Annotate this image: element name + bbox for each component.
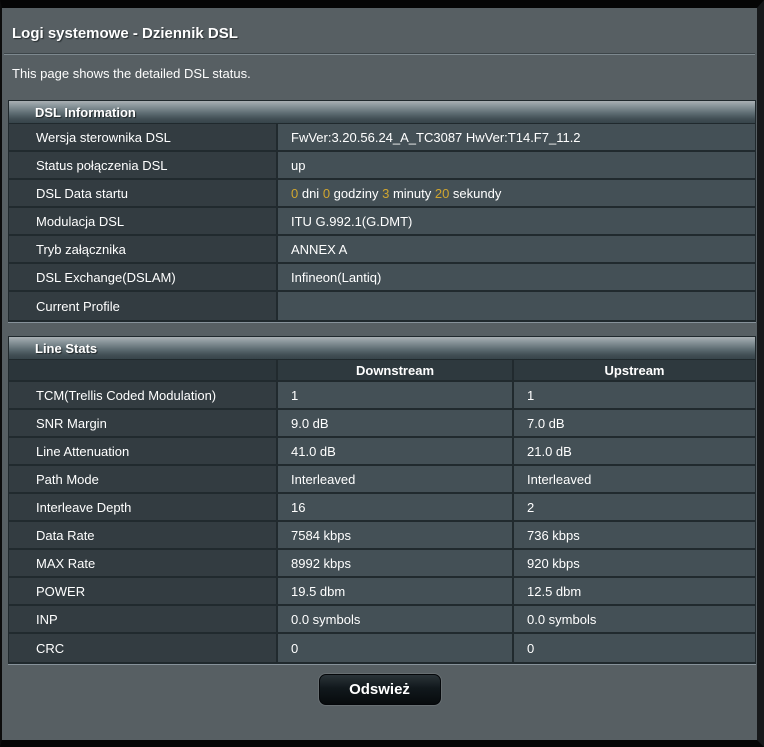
stat-row: INP 0.0 symbols 0.0 symbols <box>9 606 755 634</box>
stat-row-label: CRC <box>9 634 278 662</box>
refresh-button[interactable]: Odswież <box>318 674 441 705</box>
stat-row: TCM(Trellis Coded Modulation) 1 1 <box>9 382 755 410</box>
uptime-number: 20 <box>434 185 450 201</box>
stat-downstream-value: 16 <box>278 494 514 522</box>
title-divider <box>4 53 755 55</box>
info-row-label: Tryb załącznika <box>9 236 278 264</box>
info-row: Modulacja DSL ITU G.992.1(G.DMT) <box>9 208 755 236</box>
uptime-unit: sekundy <box>449 185 502 201</box>
dsl-information-section-header: DSL Information <box>8 100 756 123</box>
page-subtitle: This page shows the detailed DSL status. <box>12 66 251 81</box>
stat-downstream-value: 1 <box>278 382 514 410</box>
info-row-label: DSL Exchange(DSLAM) <box>9 264 278 292</box>
stat-upstream-value: 0.0 symbols <box>514 606 755 634</box>
uptime-unit: dni <box>298 185 323 201</box>
info-row-label: Modulacja DSL <box>9 208 278 236</box>
info-row: Tryb załącznika ANNEX A <box>9 236 755 264</box>
stat-row: CRC 0 0 <box>9 634 755 662</box>
stat-upstream-value: Interleaved <box>514 466 755 494</box>
stat-upstream-value: 0 <box>514 634 755 662</box>
info-row: Wersja sterownika DSL FwVer:3.20.56.24_A_… <box>9 124 755 152</box>
stat-downstream-value: 8992 kbps <box>278 550 514 578</box>
info-row: Status połączenia DSL up <box>9 152 755 180</box>
stat-downstream-value: 41.0 dB <box>278 438 514 466</box>
line-stats-section: Line Stats Downstream Upstream TCM(Trell… <box>8 336 756 664</box>
dsl-information-section: DSL Information Wersja sterownika DSL FwV… <box>8 100 756 322</box>
stat-row: Data Rate 7584 kbps 736 kbps <box>9 522 755 550</box>
stat-upstream-value: 736 kbps <box>514 522 755 550</box>
uptime-unit: minuty <box>389 185 435 201</box>
info-row: DSL Data startu 0 dni 0 godziny 3 minuty … <box>9 180 755 208</box>
stat-row: MAX Rate 8992 kbps 920 kbps <box>9 550 755 578</box>
info-row-label: Status połączenia DSL <box>9 152 278 180</box>
stat-upstream-value: 12.5 dbm <box>514 578 755 606</box>
info-row: DSL Exchange(DSLAM) Infineon(Lantiq) <box>9 264 755 292</box>
stat-downstream-value: 0.0 symbols <box>278 606 514 634</box>
info-row-label: Current Profile <box>9 292 278 320</box>
info-row-value: up <box>278 152 755 180</box>
info-row-label: Wersja sterownika DSL <box>9 124 278 152</box>
info-row-value: 0 dni 0 godziny 3 minuty 20 sekundy <box>278 180 755 208</box>
line-stats-header-row: Downstream Upstream <box>9 360 755 382</box>
info-row-label: DSL Data startu <box>9 180 278 208</box>
stat-row-label: Line Attenuation <box>9 438 278 466</box>
stat-downstream-value: Interleaved <box>278 466 514 494</box>
stat-row: Path Mode Interleaved Interleaved <box>9 466 755 494</box>
stat-row: SNR Margin 9.0 dB 7.0 dB <box>9 410 755 438</box>
info-row: Current Profile <box>9 292 755 320</box>
info-row-value: ITU G.992.1(G.DMT) <box>278 208 755 236</box>
line-stats-table: Downstream Upstream TCM(Trellis Coded Mo… <box>8 359 756 664</box>
info-row-value: ANNEX A <box>278 236 755 264</box>
stat-row-label: Path Mode <box>9 466 278 494</box>
stat-upstream-value: 7.0 dB <box>514 410 755 438</box>
uptime-unit: godziny <box>330 185 383 201</box>
uptime-number: 0 <box>322 185 331 201</box>
stat-row-label: SNR Margin <box>9 410 278 438</box>
stat-row-label: MAX Rate <box>9 550 278 578</box>
stat-row-label: TCM(Trellis Coded Modulation) <box>9 382 278 410</box>
stat-upstream-value: 21.0 dB <box>514 438 755 466</box>
info-row-value <box>278 292 755 320</box>
stat-downstream-value: 0 <box>278 634 514 662</box>
line-stats-section-header: Line Stats <box>8 336 756 359</box>
stat-row-label: POWER <box>9 578 278 606</box>
info-row-value: Infineon(Lantiq) <box>278 264 755 292</box>
stat-downstream-value: 9.0 dB <box>278 410 514 438</box>
dsl-status-page: Logi systemowe - Dziennik DSL This page … <box>0 0 764 747</box>
stat-row-label: INP <box>9 606 278 634</box>
stat-row-label: Interleave Depth <box>9 494 278 522</box>
stat-upstream-value: 920 kbps <box>514 550 755 578</box>
stat-downstream-value: 7584 kbps <box>278 522 514 550</box>
button-row: Odswież <box>2 674 757 705</box>
stat-upstream-value: 2 <box>514 494 755 522</box>
stat-downstream-value: 19.5 dbm <box>278 578 514 606</box>
info-row-value: FwVer:3.20.56.24_A_TC3087 HwVer:T14.F7_1… <box>278 124 755 152</box>
stat-row: Interleave Depth 16 2 <box>9 494 755 522</box>
column-header-upstream: Upstream <box>514 360 755 382</box>
stat-row: Line Attenuation 41.0 dB 21.0 dB <box>9 438 755 466</box>
stat-row: POWER 19.5 dbm 12.5 dbm <box>9 578 755 606</box>
column-header-empty <box>9 360 278 382</box>
stat-upstream-value: 1 <box>514 382 755 410</box>
page-title: Logi systemowe - Dziennik DSL <box>12 25 238 42</box>
column-header-downstream: Downstream <box>278 360 514 382</box>
dsl-information-table: Wersja sterownika DSL FwVer:3.20.56.24_A_… <box>8 123 756 322</box>
stat-row-label: Data Rate <box>9 522 278 550</box>
